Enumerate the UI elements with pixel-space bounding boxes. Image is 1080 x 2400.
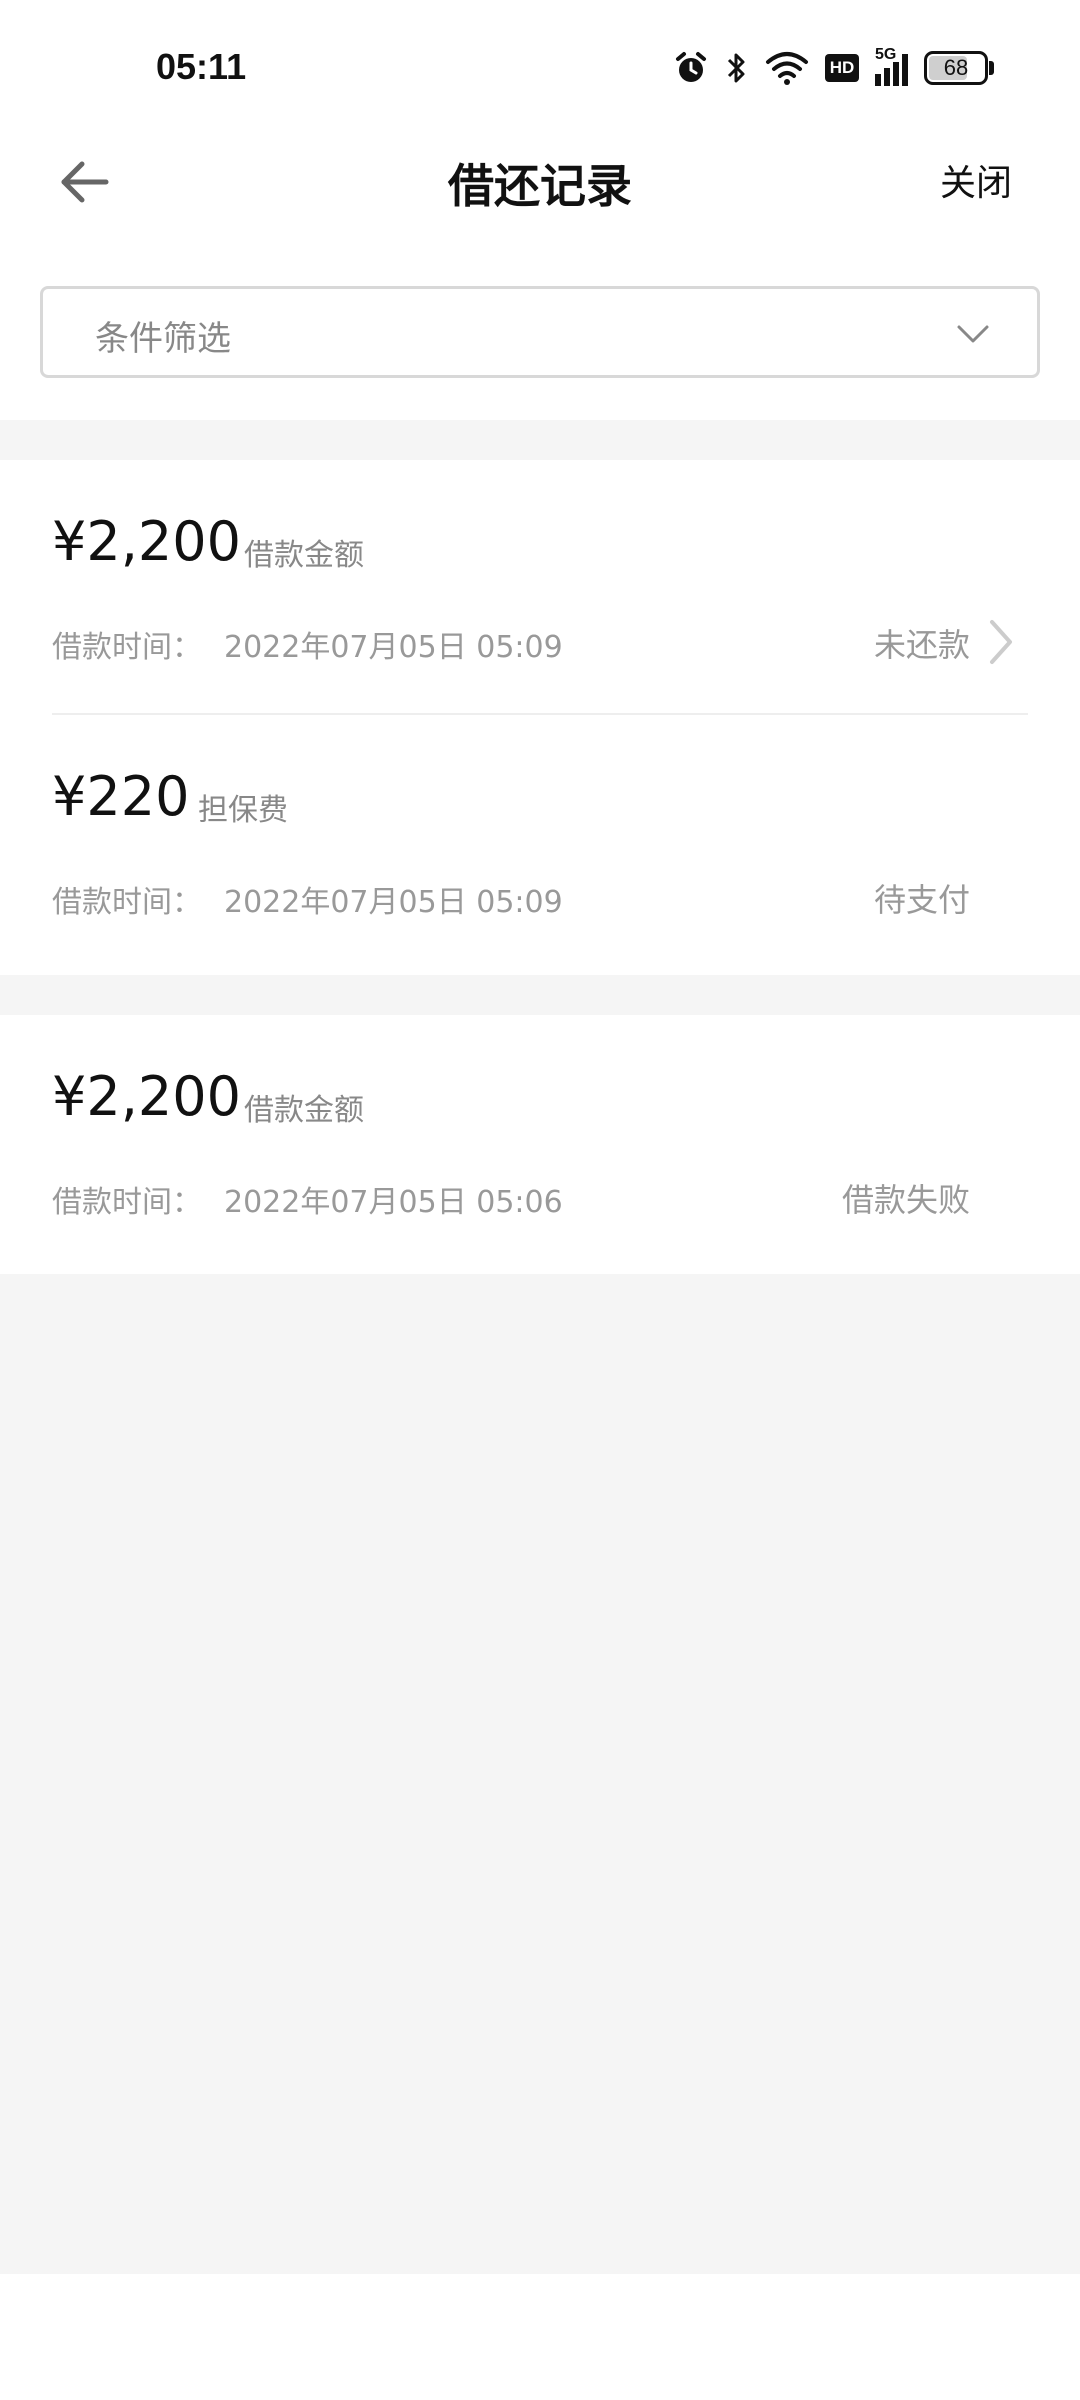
status-icons: HD 5G 68	[673, 46, 994, 88]
bottom-bar	[0, 2274, 1080, 2400]
page-title: 借还记录	[448, 159, 632, 213]
record-time-label: 借款时间：	[52, 1185, 202, 1220]
hd-icon: HD	[825, 54, 859, 82]
record-card: ¥2,200 借款金额 借款时间： 2022年07月05日 05:09 未还款 …	[0, 460, 1080, 975]
empty-area	[0, 1274, 1080, 2274]
status-bar: 05:11 HD 5G 68	[0, 0, 1080, 140]
record-time-label: 借款时间：	[52, 630, 202, 665]
alarm-icon	[673, 50, 709, 86]
filter-label: 条件筛选	[95, 319, 231, 359]
battery-level: 68	[943, 55, 969, 80]
wifi-icon	[765, 50, 809, 86]
record-time-label: 借款时间：	[52, 885, 202, 920]
chevron-down-icon	[955, 317, 991, 357]
record-amount: ¥220	[52, 765, 190, 828]
record-status: 借款失败	[841, 1181, 970, 1219]
battery-icon: 68	[924, 51, 994, 85]
record-item[interactable]: ¥2,200 借款金额 借款时间： 2022年07月05日 05:06 借款失败	[0, 1015, 1080, 1265]
section-divider	[0, 975, 1080, 1015]
signal-5g-icon: 5G	[875, 46, 908, 86]
record-type: 借款金额	[244, 1093, 364, 1128]
record-time-value: 2022年07月05日 05:06	[224, 1185, 563, 1220]
filter-dropdown[interactable]: 条件筛选	[40, 286, 1040, 378]
close-button[interactable]: 关闭	[940, 154, 1012, 206]
nav-header: 借还记录 关闭	[0, 140, 1080, 280]
record-type: 担保费	[198, 793, 288, 828]
network-label: 5G	[875, 46, 897, 63]
record-type: 借款金额	[244, 538, 364, 573]
bluetooth-icon	[725, 50, 749, 86]
record-status: 待支付	[873, 881, 970, 919]
chevron-right-icon	[986, 618, 1016, 670]
record-item[interactable]: ¥2,200 借款金额 借款时间： 2022年07月05日 05:09 未还款	[0, 460, 1080, 710]
record-card: ¥2,200 借款金额 借款时间： 2022年07月05日 05:06 借款失败	[0, 1015, 1080, 1274]
record-amount: ¥2,200	[52, 1065, 241, 1128]
status-time: 05:11	[156, 46, 247, 87]
record-item[interactable]: ¥220 担保费 借款时间： 2022年07月05日 05:09 待支付	[0, 715, 1080, 965]
record-amount: ¥2,200	[52, 510, 241, 573]
record-time-value: 2022年07月05日 05:09	[224, 885, 563, 920]
section-divider	[0, 420, 1080, 460]
record-status: 未还款	[873, 626, 970, 664]
record-time-value: 2022年07月05日 05:09	[224, 630, 563, 665]
